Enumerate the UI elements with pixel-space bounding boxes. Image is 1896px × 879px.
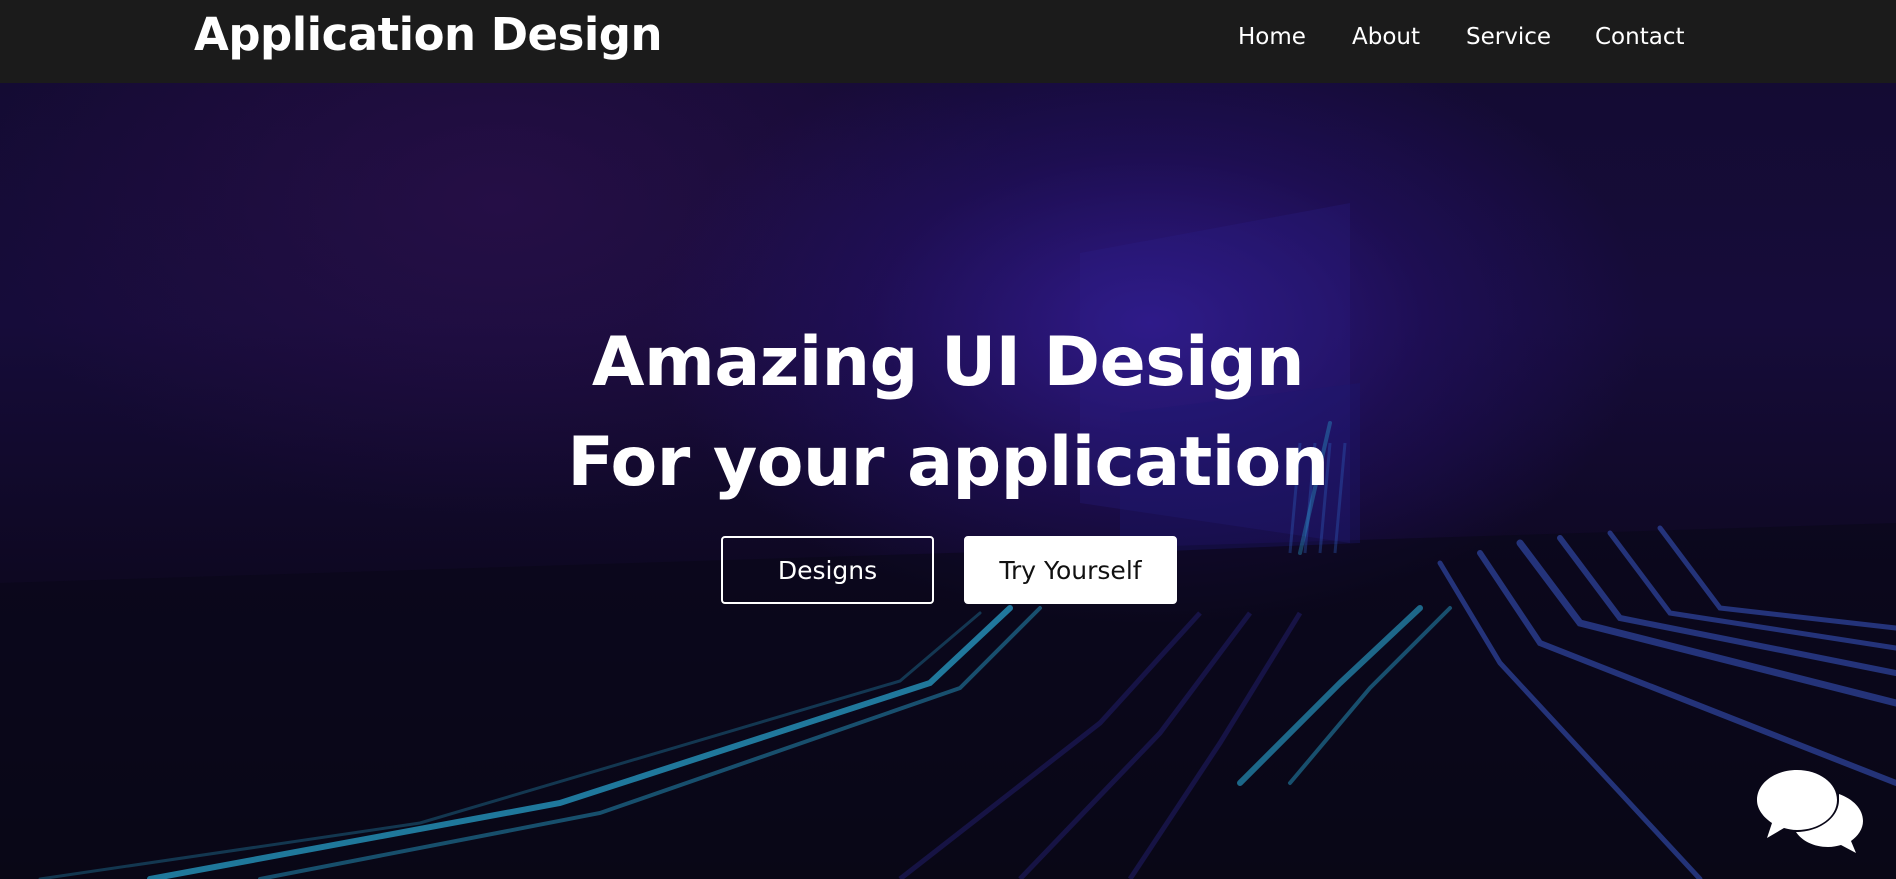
hero-title-line2: For your application [567,423,1329,502]
hero-section: Amazing UI Design For your application [0,83,1896,879]
try-yourself-button[interactable]: Try Yourself [964,536,1177,604]
nav-contact[interactable]: Contact [1595,24,1684,50]
navbar: Application Design Home About Service Co… [0,0,1896,83]
hero-title-line1: Amazing UI Design [591,323,1305,402]
designs-button[interactable]: Designs [721,536,934,604]
nav-about[interactable]: About [1352,24,1420,50]
chat-bubbles-icon[interactable] [1757,770,1863,854]
nav-service[interactable]: Service [1466,24,1551,50]
nav-home[interactable]: Home [1238,24,1306,50]
brand-title[interactable]: Application Design [194,8,663,61]
